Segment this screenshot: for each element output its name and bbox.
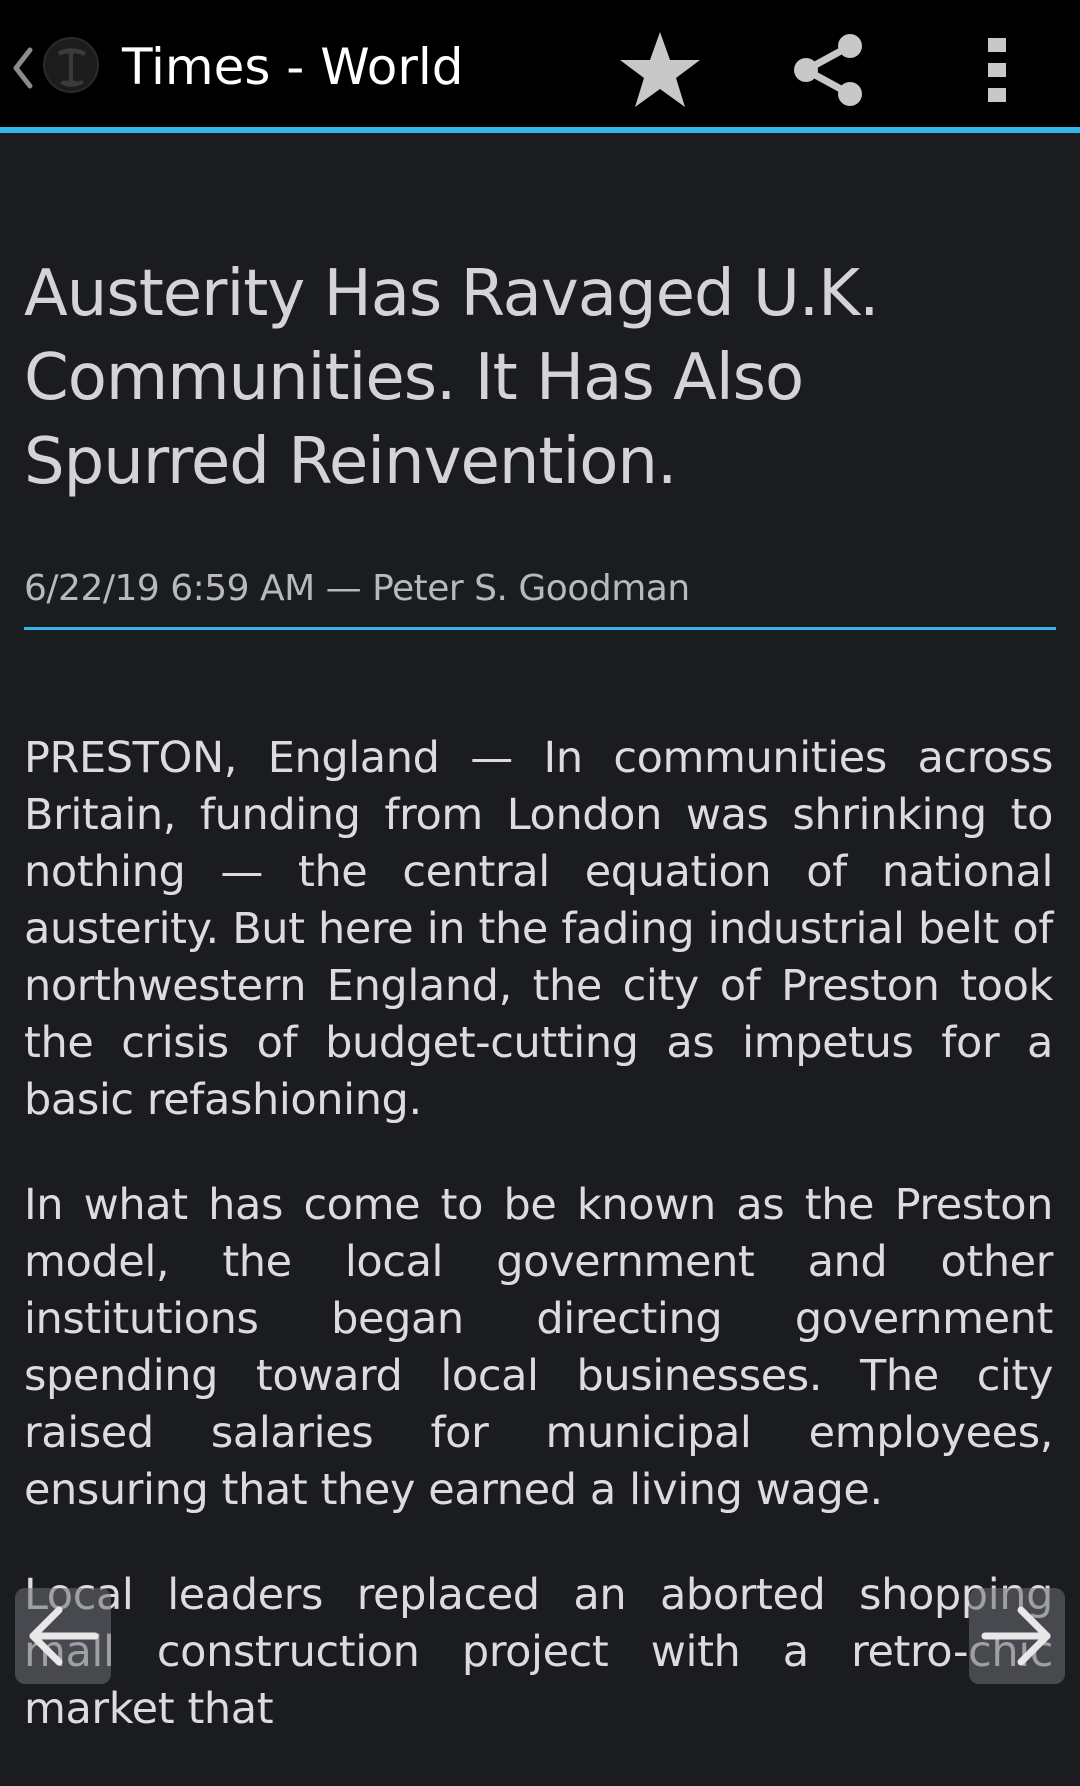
article-paragraph: PRESTON, England — In communities across… <box>24 733 1053 1125</box>
overflow-menu-button[interactable] <box>948 22 1048 118</box>
article-paragraph: In what has come to be known as the Pres… <box>24 1180 1053 1515</box>
article-headline: Austerity Has Ravaged U.K. Communities. … <box>24 257 879 499</box>
action-bar: Times - World <box>0 0 1080 133</box>
previous-article-button[interactable] <box>15 1588 111 1684</box>
article-byline: 6/22/19 6:59 AM — Peter S. Goodman <box>24 568 690 609</box>
byline-divider <box>24 627 1056 630</box>
share-button[interactable] <box>778 22 878 118</box>
arrow-left-icon <box>29 1606 99 1666</box>
arrow-right-icon <box>981 1606 1051 1666</box>
chevron-left-icon[interactable] <box>8 36 38 96</box>
star-icon <box>620 32 700 107</box>
article-body: PRESTON, England — In communities across… <box>24 730 1053 1786</box>
article-paragraph: Local leaders replaced an aborted shoppi… <box>24 1570 1053 1734</box>
favorite-button[interactable] <box>610 22 710 118</box>
nyt-logo-icon[interactable] <box>40 34 102 96</box>
app-title: Times - World <box>122 38 464 96</box>
next-article-button[interactable] <box>969 1588 1065 1684</box>
share-icon <box>794 34 862 106</box>
overflow-menu-icon <box>988 38 1006 102</box>
